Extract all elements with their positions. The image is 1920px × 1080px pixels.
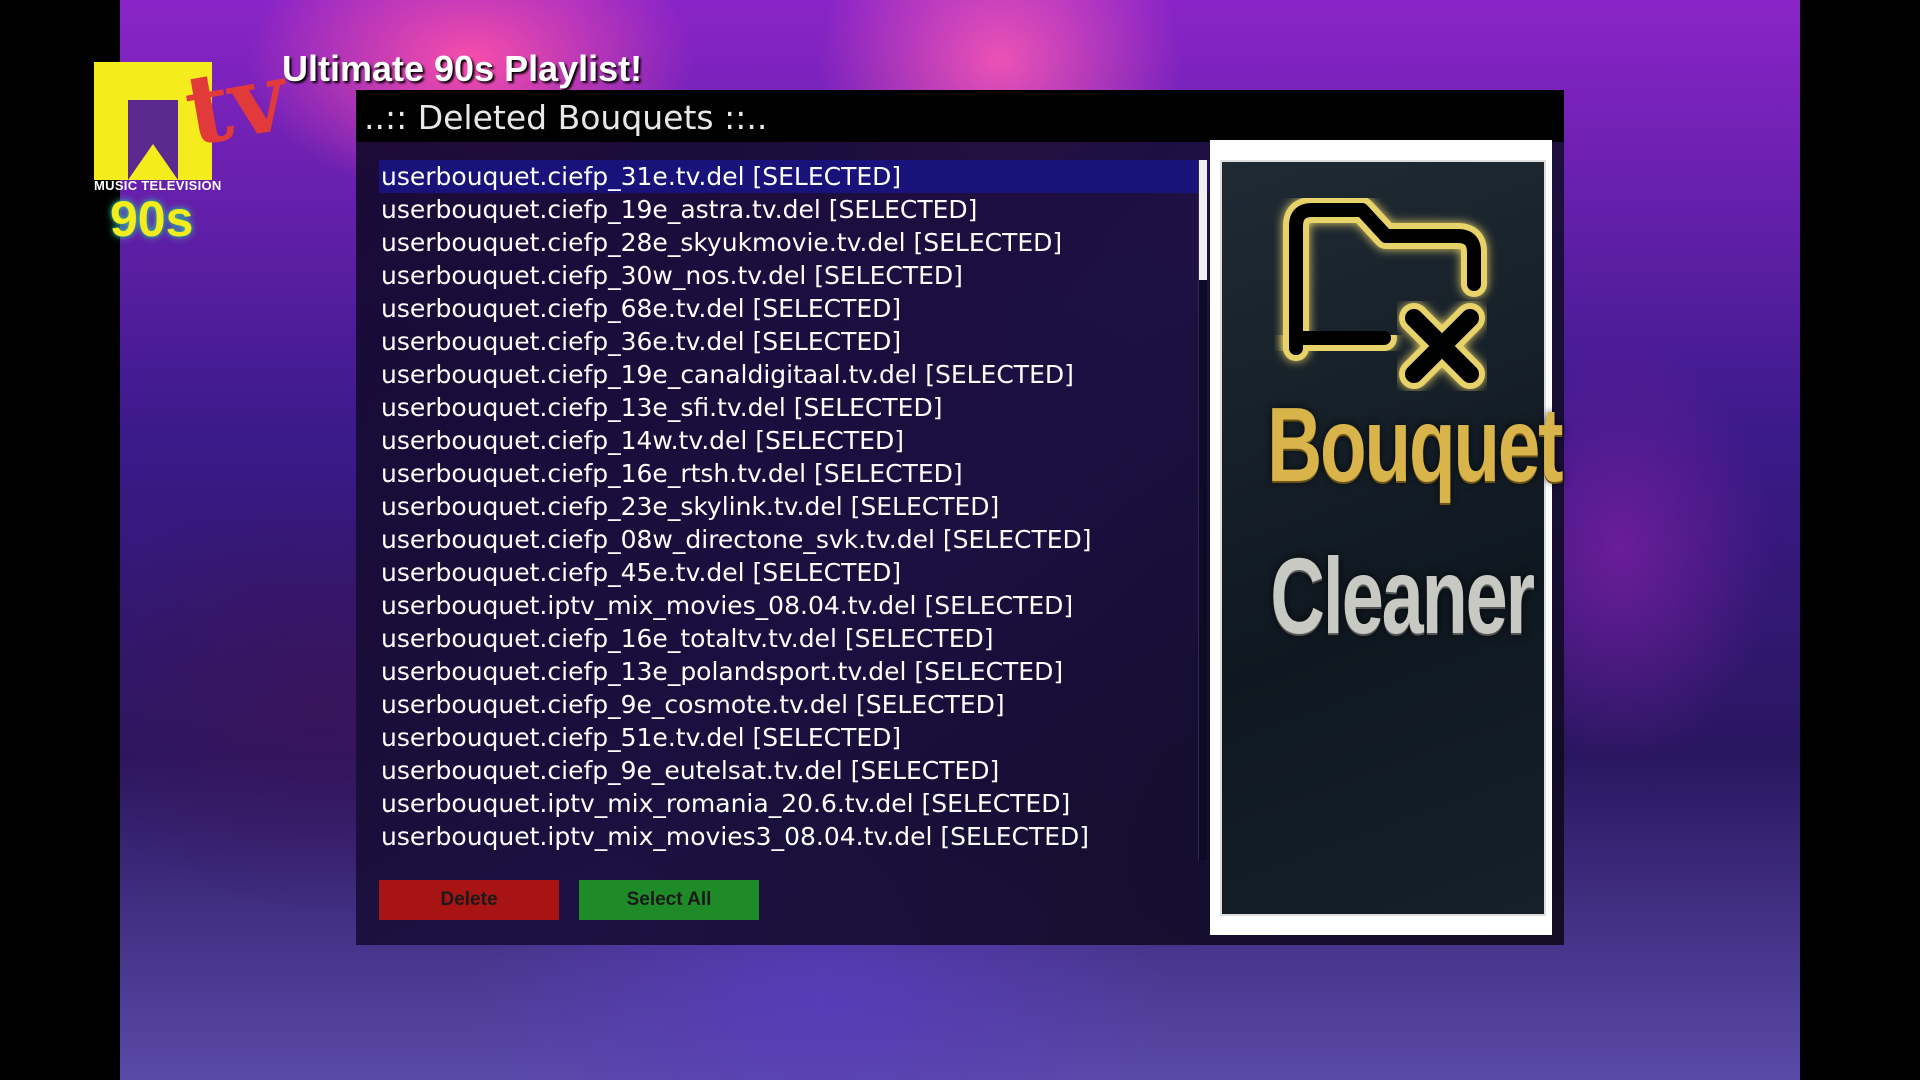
list-item[interactable]: userbouquet.ciefp_30w_nos.tv.del [SELECT… [379, 259, 1209, 292]
list-item[interactable]: userbouquet.ciefp_9e_eutelsat.tv.del [SE… [379, 754, 1209, 787]
list-item[interactable]: userbouquet.ciefp_13e_polandsport.tv.del… [379, 655, 1209, 688]
select-all-button[interactable]: Select All [579, 880, 759, 920]
deleted-bouquets-dialog: ..:: Deleted Bouquets ::.. userbouquet.c… [356, 90, 1564, 945]
logo-tv-mark: tv [176, 39, 296, 168]
list-scrollbar[interactable] [1198, 160, 1207, 860]
video-caption: Ultimate 90s Playlist! [282, 48, 643, 89]
list-item[interactable]: userbouquet.ciefp_51e.tv.del [SELECTED] [379, 721, 1209, 754]
list-item[interactable]: userbouquet.ciefp_19e_canaldigitaal.tv.d… [379, 358, 1209, 391]
list-item[interactable]: userbouquet.ciefp_28e_skyukmovie.tv.del … [379, 226, 1209, 259]
list-item[interactable]: userbouquet.ciefp_08w_directone_svk.tv.d… [379, 523, 1209, 556]
list-item[interactable]: userbouquet.ciefp_31e.tv.del [SELECTED] [379, 160, 1209, 193]
dialog-title: ..:: Deleted Bouquets ::.. [364, 98, 768, 137]
list-item[interactable]: userbouquet.ciefp_68e.tv.del [SELECTED] [379, 292, 1209, 325]
list-item[interactable]: userbouquet.iptv_mix_movies_08.04.tv.del… [379, 589, 1209, 622]
list-item[interactable]: userbouquet.ciefp_45e.tv.del [SELECTED] [379, 556, 1209, 589]
logo-line-cleaner: Cleaner [1270, 535, 1535, 656]
list-item[interactable]: userbouquet.ciefp_14w.tv.del [SELECTED] [379, 424, 1209, 457]
plugin-image-panel: Bouquet Cleaner [1210, 140, 1564, 935]
logo-tagline: 90s [110, 191, 194, 247]
dialog-title-bar: ..:: Deleted Bouquets ::.. [356, 90, 1564, 142]
channel-logo: tv MUSIC TELEVISION 90s [94, 39, 295, 250]
bouquet-list[interactable]: userbouquet.ciefp_31e.tv.del [SELECTED] u… [379, 160, 1209, 950]
list-item[interactable]: userbouquet.ciefp_9e_cosmote.tv.del [SEL… [379, 688, 1209, 721]
list-item[interactable]: userbouquet.iptv_mix_romania_20.6.tv.del… [379, 787, 1209, 820]
list-item[interactable]: userbouquet.ciefp_36e.tv.del [SELECTED] [379, 325, 1209, 358]
list-item[interactable]: userbouquet.iptv_mix_movies3_08.04.tv.de… [379, 820, 1209, 853]
delete-button[interactable]: Delete [379, 880, 559, 920]
list-item[interactable]: userbouquet.ciefp_19e_astra.tv.del [SELE… [379, 193, 1209, 226]
bouquet-cleaner-logo: Bouquet Cleaner [1220, 160, 1564, 916]
list-item[interactable]: userbouquet.ciefp_16e_totaltv.tv.del [SE… [379, 622, 1209, 655]
list-item[interactable]: userbouquet.ciefp_23e_skylink.tv.del [SE… [379, 490, 1209, 523]
list-item[interactable]: userbouquet.ciefp_13e_sfi.tv.del [SELECT… [379, 391, 1209, 424]
logo-line-bouquet: Bouquet [1267, 386, 1563, 504]
scrollbar-thumb[interactable] [1199, 160, 1207, 280]
list-item[interactable]: userbouquet.ciefp_16e_rtsh.tv.del [SELEC… [379, 457, 1209, 490]
